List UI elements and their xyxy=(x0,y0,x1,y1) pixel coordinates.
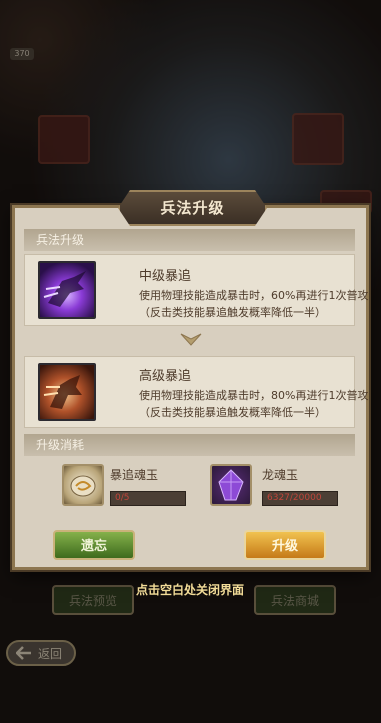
next-skill-name: 高级暴追 xyxy=(139,369,192,384)
back-button[interactable]: 返回 xyxy=(6,640,76,666)
back-label: 返回 xyxy=(38,647,63,661)
cost-progress-2: 6327/20000 xyxy=(262,491,338,506)
section-header-cost: 升级消耗 xyxy=(24,434,355,456)
current-skill-description: 使用物理技能造成暴击时，60%再进行1次普攻（反击类技能暴追触发概率降低一半） xyxy=(139,289,369,319)
next-skill-description: 使用物理技能造成暴击时，80%再进行1次普攻（反击类技能暴追触发概率降低一半） xyxy=(139,389,369,419)
current-skill-row: 中级暴追 使用物理技能造成暴击时，60%再进行1次普攻（反击类技能暴追触发概率降… xyxy=(24,254,368,326)
cost-progress-1: 0/5 xyxy=(110,491,186,506)
orange-warrior-dash-icon xyxy=(38,363,96,421)
back-arrow-icon xyxy=(16,646,31,660)
upgrade-button[interactable]: 升级 xyxy=(244,530,326,560)
cost-list: 暴追魂玉 0/5 龙魂玉 6327/20000 xyxy=(24,456,355,524)
cost-name-1: 暴追魂玉 xyxy=(110,468,159,482)
chevron-down-icon xyxy=(180,333,202,346)
dialog-title: 兵法升级 xyxy=(118,190,267,226)
cost-name-2: 龙魂玉 xyxy=(262,468,299,482)
purple-warrior-dash-icon xyxy=(38,261,96,319)
section-header-upgrade: 兵法升级 xyxy=(24,229,355,251)
jade-scroll-icon[interactable] xyxy=(62,464,104,506)
close-hint: 点击空白处关闭界面 xyxy=(135,583,244,597)
current-skill-name: 中级暴追 xyxy=(139,269,192,284)
forget-button[interactable]: 遗忘 xyxy=(53,530,135,560)
next-skill-row: 高级暴追 使用物理技能造成暴击时，80%再进行1次普攻（反击类技能暴追触发概率降… xyxy=(24,356,368,428)
purple-gem-icon[interactable] xyxy=(210,464,252,506)
